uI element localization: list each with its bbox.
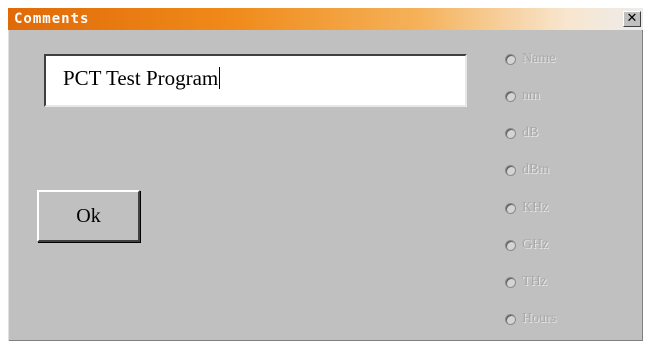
comment-text: PCT Test Program (63, 66, 219, 90)
radio-button-icon (505, 53, 516, 65)
comment-input[interactable]: PCT Test Program (44, 54, 467, 107)
radio-button-icon (505, 202, 516, 214)
radio-option-db: dB (505, 123, 538, 143)
title-bar[interactable]: Comments ✕ (8, 8, 643, 30)
radio-option-ghz: GHz (505, 235, 548, 255)
radio-option-name: Name (505, 49, 555, 69)
radio-label: nm (522, 88, 540, 103)
radio-label: dBm (522, 162, 550, 177)
radio-option-nm: nm (505, 86, 540, 106)
comments-dialog: Comments ✕ PCT Test Program Ok Name nm d… (8, 8, 643, 341)
radio-button-icon (505, 127, 516, 139)
close-button[interactable]: ✕ (623, 11, 641, 27)
radio-label: GHz (522, 237, 549, 252)
radio-label: dB (522, 125, 539, 140)
radio-option-khz: KHz (505, 198, 548, 218)
close-icon: ✕ (626, 11, 638, 26)
radio-button-icon (505, 90, 516, 102)
radio-option-hours: Hours (505, 309, 556, 329)
radio-option-dbm: dBm (505, 160, 549, 180)
radio-button-icon (505, 276, 516, 288)
radio-label: KHz (522, 200, 549, 215)
radio-label: Hours (522, 311, 557, 326)
ok-button[interactable]: Ok (37, 190, 140, 242)
radio-button-icon (505, 164, 516, 176)
window-title: Comments (14, 11, 90, 27)
radio-label: THz (522, 274, 547, 289)
text-caret (219, 67, 221, 89)
radio-label: Name (522, 51, 556, 66)
radio-button-icon (505, 313, 516, 325)
radio-button-icon (505, 239, 516, 251)
radio-option-thz: THz (505, 272, 547, 292)
